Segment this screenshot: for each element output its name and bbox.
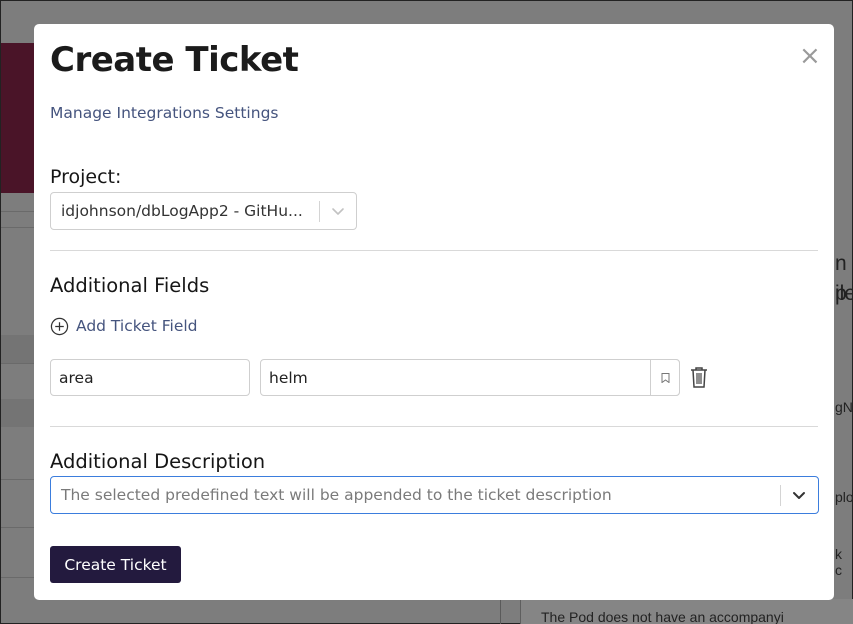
project-select[interactable]: idjohnson/dbLogApp2 - GitHu...: [50, 192, 357, 230]
background-divider: [1, 363, 34, 364]
project-label: Project:: [50, 166, 122, 188]
field-key-value: area: [59, 369, 94, 387]
background-divider: [1, 527, 34, 528]
add-ticket-field-button[interactable]: Add Ticket Field: [50, 316, 198, 336]
background-divider: [1, 479, 34, 480]
trash-icon[interactable]: [690, 366, 708, 388]
background-text: ile: [835, 282, 853, 305]
bookmark-icon: [661, 373, 670, 383]
description-select[interactable]: The selected predefined text will be app…: [50, 476, 819, 514]
background-text: plo: [835, 489, 853, 505]
additional-description-title: Additional Description: [50, 450, 266, 473]
background-divider: [1, 227, 34, 228]
background-divider: [1, 211, 34, 212]
background-panel-edge: [500, 599, 501, 624]
plus-circle-icon: [50, 317, 69, 335]
project-select-value: idjohnson/dbLogApp2 - GitHu...: [61, 202, 303, 220]
select-separator: [319, 201, 320, 222]
field-value-addon[interactable]: [650, 359, 680, 396]
description-placeholder: The selected predefined text will be app…: [61, 486, 612, 504]
field-key-input[interactable]: area: [50, 359, 250, 396]
background-row: [1, 399, 34, 427]
modal-title: Create Ticket: [50, 40, 299, 80]
additional-fields-title: Additional Fields: [50, 274, 210, 297]
chevron-down-icon[interactable]: [329, 202, 347, 220]
field-value-input[interactable]: helm: [260, 359, 680, 396]
create-ticket-modal: Create Ticket × Manage Integrations Sett…: [34, 24, 834, 600]
divider: [50, 250, 818, 251]
create-ticket-button[interactable]: Create Ticket: [50, 546, 181, 583]
background-row: [1, 335, 34, 363]
divider: [50, 426, 818, 427]
field-value-text: helm: [269, 369, 308, 387]
background-text: k c: [835, 546, 842, 578]
background-text: The Pod does not have an accompanyi: [541, 609, 784, 624]
chevron-down-icon[interactable]: [790, 486, 808, 504]
select-separator: [780, 485, 781, 506]
close-icon[interactable]: ×: [799, 43, 821, 69]
background-banner: [1, 43, 34, 193]
manage-integrations-link[interactable]: Manage Integrations Settings: [50, 104, 278, 122]
add-ticket-field-label: Add Ticket Field: [76, 317, 198, 335]
background-text: gN: [835, 399, 853, 415]
background-divider: [1, 577, 34, 578]
